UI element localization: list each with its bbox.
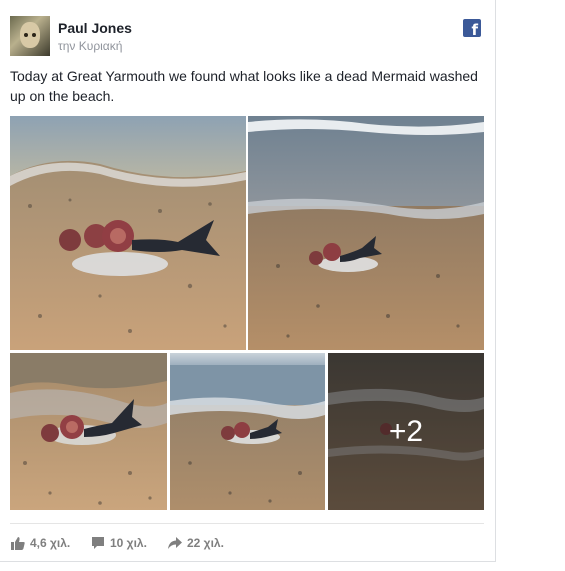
comments-label: 10 χιλ. <box>110 536 147 550</box>
photo-5-more[interactable]: +2 <box>328 353 484 510</box>
facebook-icon[interactable]: f <box>463 19 481 37</box>
facebook-post-card: Paul Jones την Κυριακή f Today at Great … <box>0 0 496 562</box>
beach-photo-image <box>170 353 325 510</box>
author-name[interactable]: Paul Jones <box>58 20 132 36</box>
photo-2[interactable] <box>248 116 484 350</box>
photo-3[interactable] <box>10 353 167 510</box>
shares-label: 22 χιλ. <box>187 536 224 550</box>
likes-label: 4,6 χιλ. <box>30 536 71 550</box>
likes-count[interactable]: 4,6 χιλ. <box>11 534 70 552</box>
beach-photo-image <box>248 116 484 350</box>
divider <box>10 523 484 524</box>
beach-photo-image <box>10 353 167 510</box>
photo-4[interactable] <box>170 353 325 510</box>
more-photos-overlay[interactable]: +2 <box>328 353 484 510</box>
beach-photo-image <box>10 116 246 350</box>
photo-1[interactable] <box>10 116 246 350</box>
shares-count[interactable]: 22 χιλ. <box>168 534 224 552</box>
post-timestamp[interactable]: την Κυριακή <box>58 39 122 53</box>
comment-icon <box>92 537 104 549</box>
avatar[interactable] <box>10 16 50 56</box>
share-arrow-icon <box>168 537 182 549</box>
comments-count[interactable]: 10 χιλ. <box>91 534 147 552</box>
post-text: Today at Great Yarmouth we found what lo… <box>10 68 478 104</box>
thumbs-up-icon <box>11 537 25 550</box>
